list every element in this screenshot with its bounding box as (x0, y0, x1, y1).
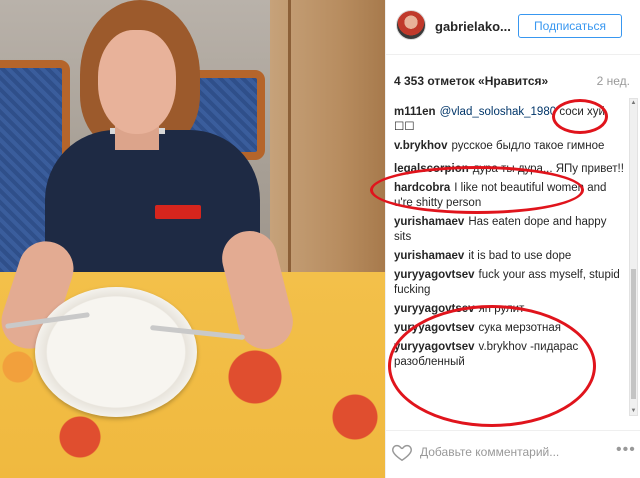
likes-row: 4 353 отметок «Нравится» 2 нед. (394, 74, 636, 90)
list-item: yurishamaev Has eaten dope and happy sits (394, 215, 626, 245)
list-item: yuryyagovtsev fuck your ass myself, stupi… (394, 268, 626, 298)
post-time[interactable]: 2 нед. (597, 74, 630, 88)
annotation-circle (388, 305, 596, 427)
follow-button[interactable]: Подписаться (518, 14, 622, 38)
post-header: gabrielako... Подписаться (386, 0, 640, 55)
comment-mention[interactable]: @vlad_soloshak_1980 (440, 106, 557, 118)
list-item: yurishamaev it is bad to use dope (394, 249, 626, 264)
heart-icon[interactable] (391, 441, 413, 463)
person-face (98, 30, 176, 134)
comment-user[interactable]: yuryyagovtsev (394, 269, 475, 281)
comments-scrollbar[interactable]: ▲ ▼ (629, 98, 638, 416)
empty-plate (35, 287, 197, 417)
list-item: v.brykhov русское быдло такое гимное (394, 139, 626, 154)
comment-text: русское быдло такое гимное (451, 140, 605, 152)
post-photo[interactable] (0, 0, 385, 478)
annotation-circle (370, 166, 584, 214)
comment-user[interactable]: yurishamaev (394, 216, 464, 228)
likes-count[interactable]: 4 353 отметок «Нравится» (394, 74, 548, 88)
comment-user[interactable]: yurishamaev (394, 250, 464, 262)
scroll-up-arrow-icon[interactable]: ▲ (630, 99, 637, 107)
comment-bar: ••• (386, 430, 640, 478)
shirt-logo (155, 205, 201, 219)
scrollbar-thumb[interactable] (631, 269, 636, 399)
comment-user[interactable]: m111en (394, 106, 436, 118)
comment-input[interactable] (420, 442, 600, 462)
scroll-down-arrow-icon[interactable]: ▼ (630, 407, 637, 415)
comment-text: it is bad to use dope (468, 250, 572, 262)
comment-user[interactable]: v.brykhov (394, 140, 447, 152)
annotation-circle (552, 99, 608, 134)
wooden-cabinet (270, 0, 385, 300)
username-link[interactable]: gabrielako... (435, 19, 511, 34)
avatar[interactable] (396, 10, 426, 40)
more-icon[interactable]: ••• (616, 441, 636, 459)
